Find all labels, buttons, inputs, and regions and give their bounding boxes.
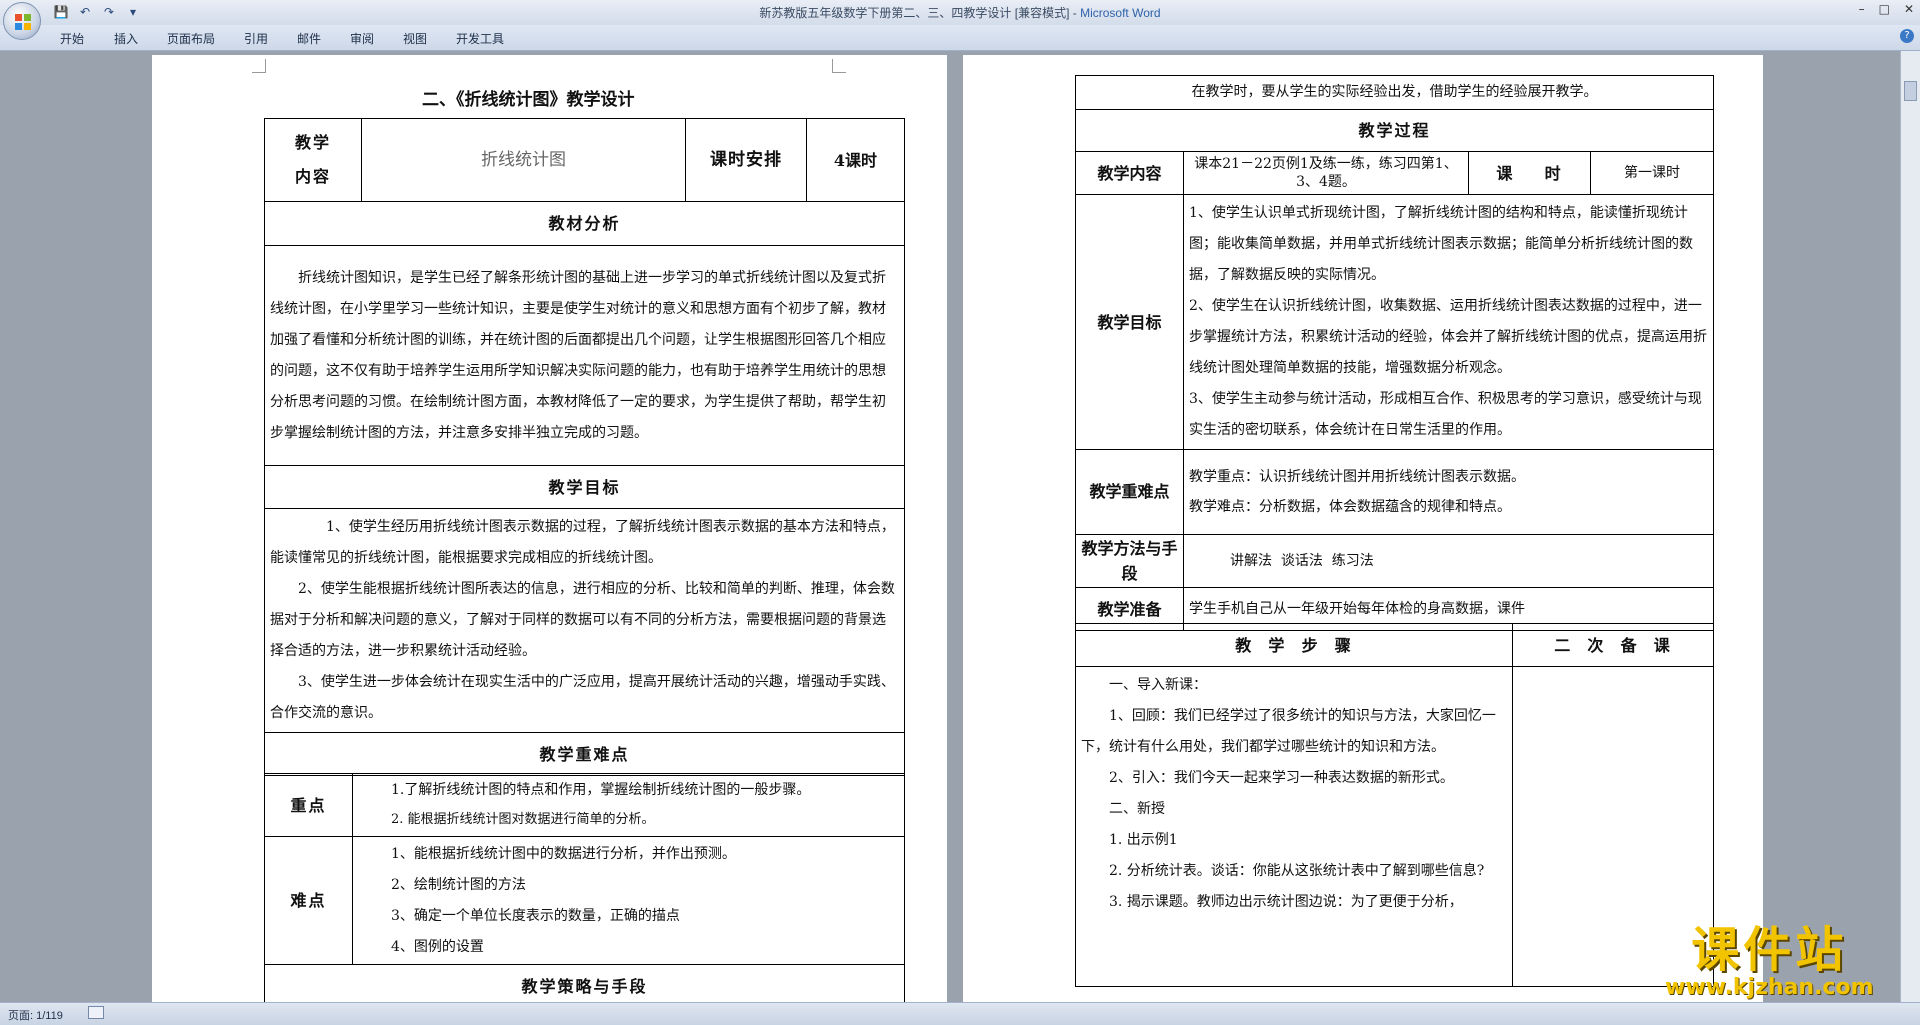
watermark-url: www.kjzhan.com [1665,975,1874,1000]
tab-insert[interactable]: 插入 [114,30,138,47]
difficulty-label: 难点 [264,836,353,965]
maximize-icon[interactable]: □ [1879,2,1890,16]
tab-developer[interactable]: 开发工具 [456,30,504,47]
top-text[interactable]: 在教学时，要从学生的实际经验出发，借助学生的经验展开教学。 [1075,75,1714,110]
teach-goal-label: 教学目标 [1075,194,1184,450]
difficulty-point: 2、绘制统计图的方法 [391,876,526,893]
tab-page-layout[interactable]: 页面布局 [167,30,215,47]
office-logo-icon [15,14,31,30]
period-label: 课 时 [1468,151,1591,195]
goal-item: 1、使学生经历用折线统计图表示数据的过程，了解折线统计图表示数据的基本方法和特点… [270,519,895,566]
proofing-icon[interactable] [88,1006,104,1019]
key-point: 2. 能根据折线统计图对数据进行简单的分析。 [391,812,655,827]
difficulty-point: 3、确定一个单位长度表示的数量，正确的描点 [391,907,680,924]
period-value[interactable]: 第一课时 [1590,151,1714,195]
lesson-table-right-2: 教学目标 1、使学生认识单式折现统计图，了解折线统计图的结构和特点，能读懂折现统… [1075,194,1714,631]
goals-heading: 教学目标 [264,465,905,509]
ribbon-tab-bar: 开始 插入 页面布局 引用 邮件 审阅 视图 开发工具 ? [0,25,1920,51]
steps-heading: 教 学 步 骤 [1075,623,1513,667]
corner-mark [832,59,846,73]
goal-item: 2、使学生在认识折线统计图，收集数据、运用折线统计图表达数据的过程中，进一步掌握… [1189,298,1707,376]
page-counter[interactable]: 页面: 1/119 [8,1007,63,1023]
step-line: 2. 分析统计表。谈话：你能从这张统计表中了解到哪些信息? [1109,863,1485,879]
document-workspace: 二、《折线统计图》教学设计 教学 内容 折线统计图 课时安排 4课时 教材分析 … [0,51,1920,1002]
teach-content-value[interactable]: 课本21－22页例1及练一练，练习四第1、3、4题。 [1183,151,1469,195]
site-watermark: 课件站 www.kjzhan.com [1665,924,1874,1000]
tab-references[interactable]: 引用 [244,30,268,47]
strategy-heading: 教学策略与手段 [264,964,905,1002]
step-line: 1. 出示例1 [1109,832,1178,848]
step-line: 3. 揭示课题。教师边出示统计图边说：为了更便于分析， [1109,894,1463,910]
step-line: 1、回顾：我们已经学过了很多统计的知识与方法，大家回忆一下，统计有什么用处，我们… [1081,708,1496,755]
schedule-value[interactable]: 4课时 [806,118,905,202]
schedule-label: 课时安排 [685,118,807,202]
goal-item: 3、使学生主动参与统计活动，形成相互合作、积极思考的学习意识，感受统计与现实生活… [1189,391,1702,438]
office-button[interactable] [3,2,41,40]
app-name: Microsoft Word [1080,6,1161,20]
goals-cell[interactable]: 1、使学生经历用折线统计图表示数据的过程，了解折线统计图表示数据的基本方法和特点… [264,508,905,733]
goal-item: 1、使学生认识单式折现统计图，了解折线统计图的结构和特点，能读懂折现统计图；能收… [1189,205,1693,283]
analysis-heading: 教材分析 [264,201,905,246]
corner-mark [252,59,266,73]
lesson-table-left: 教学 内容 折线统计图 课时安排 4课时 教材分析 折线统计图知识，是学生已经了… [264,118,905,776]
analysis-text[interactable]: 折线统计图知识，是学生已经了解条形统计图的基础上进一步学习的单式折线统计图以及复… [264,245,905,466]
title-bar: 💾 ↶ ↷ ▾ 新苏教版五年级数学下册第二、三、四教学设计 [兼容模式] - M… [0,0,1920,25]
steps-cell[interactable]: 一、导入新课： 1、回顾：我们已经学过了很多统计的知识与方法，大家回忆一下，统计… [1075,666,1513,987]
help-icon[interactable]: ? [1900,29,1914,43]
step-line: 二、新授 [1109,801,1165,817]
key-lines-cell[interactable]: 教学重点：认识折线统计图并用折线统计图表示数据。 教学难点：分析数据，体会数据蕴… [1183,449,1714,535]
key-heading: 教学重难点 [264,732,905,776]
content-value[interactable]: 折线统计图 [361,118,686,202]
key-label: 重点 [264,773,353,837]
second-prep-heading: 二 次 备 课 [1512,623,1714,667]
content-label: 教学 内容 [264,118,362,202]
key-line: 教学难点：分析数据，体会数据蕴含的规律和特点。 [1189,499,1511,515]
key-label-right: 教学重难点 [1075,449,1184,535]
tab-home[interactable]: 开始 [60,30,84,47]
key-line: 教学重点：认识折线统计图并用折线统计图表示数据。 [1189,469,1525,485]
tab-view[interactable]: 视图 [403,30,427,47]
tab-mailings[interactable]: 邮件 [297,30,321,47]
method-value[interactable]: 讲解法 谈话法 练习法 [1183,534,1714,588]
step-line: 一、导入新课： [1109,677,1207,693]
minimize-icon[interactable]: – [1859,2,1865,16]
key-point: 1.了解折线统计图的特点和作用，掌握绘制折线统计图的一般步骤。 [391,782,811,798]
lesson-table-right: 在教学时，要从学生的实际经验出发，借助学生的经验展开教学。 教学过程 教学内容 … [1075,75,1714,195]
document-page-left: 二、《折线统计图》教学设计 教学 内容 折线统计图 课时安排 4课时 教材分析 … [152,55,947,1002]
key-points-cell[interactable]: 1.了解折线统计图的特点和作用，掌握绘制折线统计图的一般步骤。 2. 能根据折线… [352,773,905,837]
goal-item: 2、使学生能根据折线统计图所表达的信息，进行相应的分析、比较和简单的判断、推理，… [270,581,895,659]
method-label: 教学方法与手段 [1075,534,1184,588]
step-line: 2、引入：我们今天一起来学习一种表达数据的新形式。 [1109,770,1454,786]
scroll-thumb[interactable] [1904,81,1917,101]
key-points-table: 重点 1.了解折线统计图的特点和作用，掌握绘制折线统计图的一般步骤。 2. 能根… [264,773,905,1002]
difficulty-point: 4、图例的设置 [391,938,484,955]
doc-heading[interactable]: 二、《折线统计图》教学设计 [422,85,635,110]
vertical-scrollbar[interactable] [1900,51,1920,1002]
window-title: 新苏教版五年级数学下册第二、三、四教学设计 [兼容模式] - Microsoft… [0,4,1920,21]
teach-content-label: 教学内容 [1075,151,1184,195]
status-bar: 页面: 1/119 [0,1002,1920,1025]
goal-item: 3、使学生进一步体会统计在现实生活中的广泛应用，提高开展统计活动的兴趣，增强动手… [270,674,895,721]
close-icon[interactable]: ✕ [1904,2,1914,16]
document-page-right: 在教学时，要从学生的实际经验出发，借助学生的经验展开教学。 教学过程 教学内容 … [963,55,1763,1002]
process-heading: 教学过程 [1075,109,1714,152]
difficulty-point: 1、能根据折线统计图中的数据进行分析，并作出预测。 [391,845,736,862]
window-controls: – □ ✕ [1859,2,1914,16]
watermark-text: 课件站 [1691,922,1848,978]
tab-review[interactable]: 审阅 [350,30,374,47]
steps-table: 教 学 步 骤 二 次 备 课 一、导入新课： 1、回顾：我们已经学过了很多统计… [1075,623,1714,987]
document-title-text: 新苏教版五年级数学下册第二、三、四教学设计 [兼容模式] - [759,6,1081,20]
difficulty-cell[interactable]: 1、能根据折线统计图中的数据进行分析，并作出预测。 2、绘制统计图的方法 3、确… [352,836,905,965]
teach-goals-cell[interactable]: 1、使学生认识单式折现统计图，了解折线统计图的结构和特点，能读懂折现统计图；能收… [1183,194,1714,450]
